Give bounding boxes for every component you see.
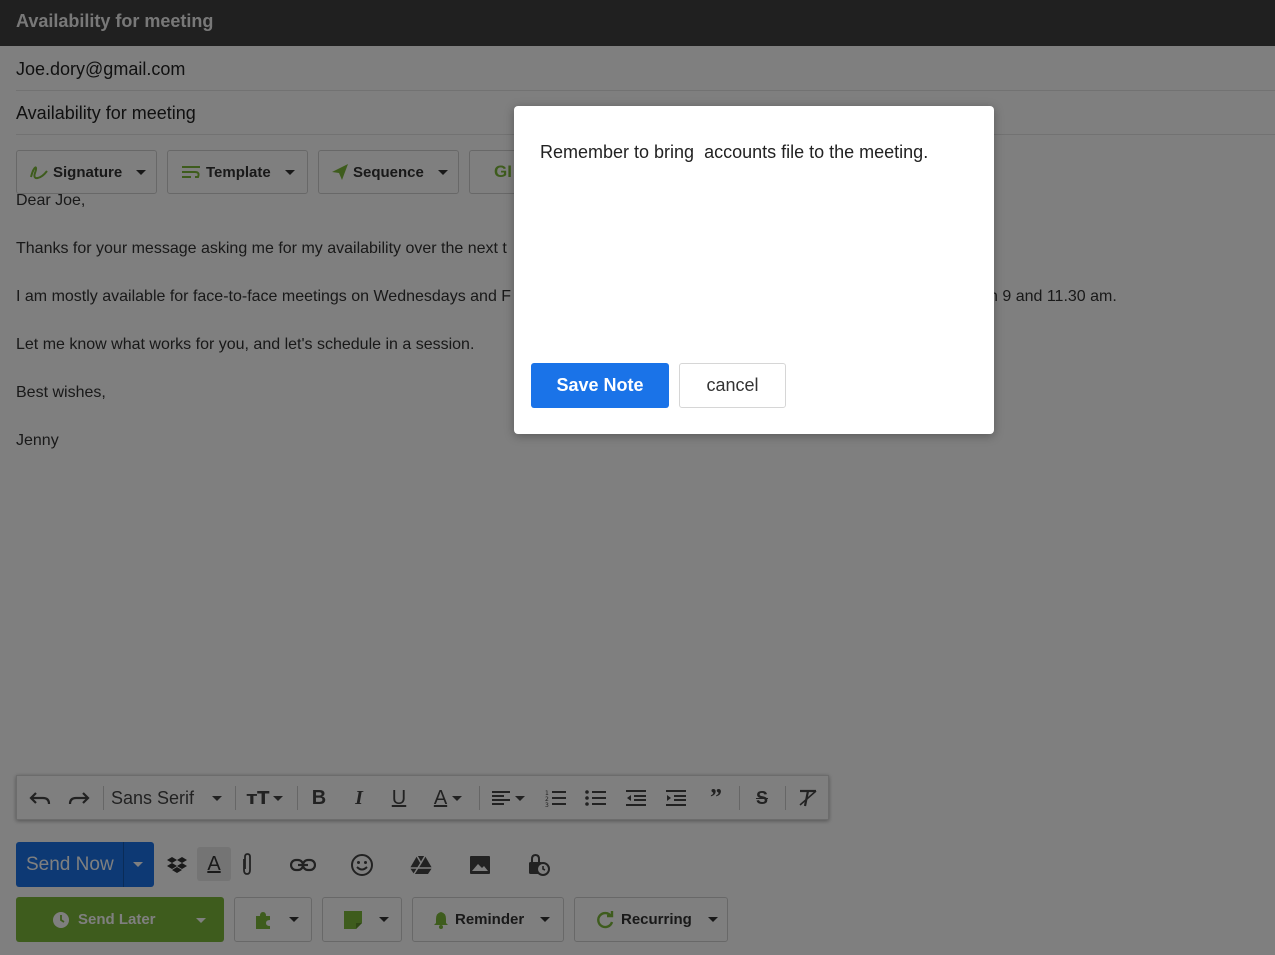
cancel-button[interactable]: cancel [679, 363, 786, 408]
note-textarea[interactable]: Remember to bring accounts file to the m… [540, 142, 928, 163]
note-dialog: Remember to bring accounts file to the m… [514, 106, 994, 434]
save-note-button[interactable]: Save Note [531, 363, 669, 408]
